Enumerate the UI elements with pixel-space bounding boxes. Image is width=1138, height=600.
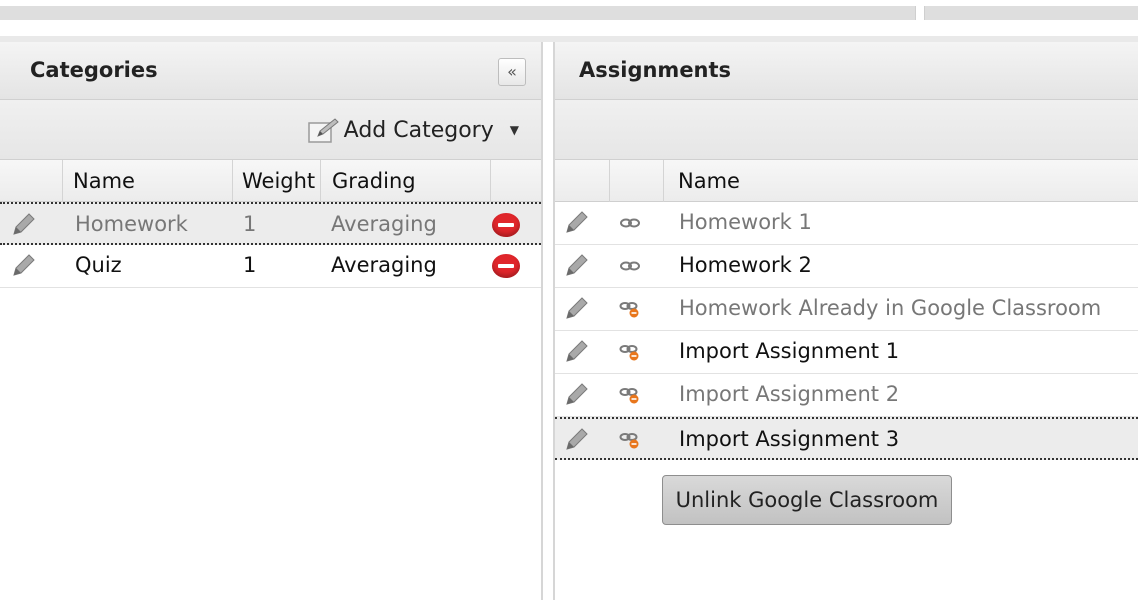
assignments-table-header: Name <box>555 160 1138 202</box>
chevron-down-icon[interactable]: ▼ <box>510 123 519 137</box>
category-name: Quiz <box>75 253 122 277</box>
categories-header: Categories « <box>0 42 541 100</box>
header-edit-col <box>555 160 609 202</box>
category-name: Homework <box>75 212 188 236</box>
link-warning-icon <box>619 345 639 361</box>
header-edit-col <box>0 160 62 202</box>
table-row[interactable]: Quiz 1 Averaging <box>0 245 541 288</box>
assignment-name[interactable]: Import Assignment 1 <box>669 331 899 372</box>
header-name[interactable]: Name <box>663 160 1138 202</box>
pencil-icon[interactable] <box>10 212 36 238</box>
collapse-button[interactable]: « <box>498 58 526 86</box>
assignments-toolbar <box>555 100 1138 160</box>
delete-icon[interactable] <box>492 254 520 278</box>
table-row[interactable]: Homework Already in Google Classroom <box>555 288 1138 331</box>
add-category-label: Add Category <box>343 117 494 143</box>
add-category-button[interactable]: Add Category ▼ <box>307 114 519 146</box>
panel-gap <box>543 42 553 600</box>
table-row[interactable]: Homework 1 <box>555 202 1138 245</box>
delete-icon[interactable] <box>492 213 520 237</box>
category-grading: Averaging <box>331 253 437 277</box>
assignment-name[interactable]: Homework 2 <box>669 245 812 286</box>
table-row[interactable]: Import Assignment 3 <box>555 417 1138 460</box>
assignment-name[interactable]: Import Assignment 3 <box>669 419 899 460</box>
categories-toolbar: Add Category ▼ <box>0 100 541 160</box>
assignments-title: Assignments <box>579 58 732 82</box>
assignment-name[interactable]: Import Assignment 2 <box>669 374 899 415</box>
unlink-google-classroom-button[interactable]: Unlink Google Classroom <box>662 475 952 525</box>
pencil-icon[interactable] <box>563 296 589 322</box>
categories-title: Categories <box>30 58 158 82</box>
header-weight[interactable]: Weight <box>232 160 320 202</box>
table-row[interactable]: Import Assignment 1 <box>555 331 1138 374</box>
pencil-icon[interactable] <box>563 427 589 453</box>
category-grading: Averaging <box>331 212 437 236</box>
assignments-header: Assignments <box>555 42 1138 100</box>
category-weight: 1 <box>243 253 257 277</box>
assignment-name[interactable]: Homework Already in Google Classroom <box>669 288 1101 329</box>
categories-panel: Categories « Add Category ▼ Name Weight … <box>0 42 543 600</box>
header-action-col <box>490 160 543 202</box>
categories-table: Name Weight Grading Homework 1 Averaging… <box>0 160 541 288</box>
add-category-icon <box>307 118 339 143</box>
top-strip <box>0 0 1138 26</box>
pencil-icon[interactable] <box>563 382 589 408</box>
header-name[interactable]: Name <box>62 160 232 202</box>
link-warning-icon <box>619 433 639 449</box>
link-icon <box>620 218 640 228</box>
pencil-icon[interactable] <box>10 253 36 279</box>
link-warning-icon <box>619 388 639 404</box>
assignments-panel: Assignments Name Homework 1 Homework 2 H… <box>553 42 1138 600</box>
link-icon <box>620 261 640 271</box>
link-warning-icon <box>619 302 639 318</box>
header-link-col <box>609 160 663 202</box>
pencil-icon[interactable] <box>563 339 589 365</box>
pencil-icon[interactable] <box>563 210 589 236</box>
top-bar-right <box>924 6 1138 20</box>
header-grading[interactable]: Grading <box>320 160 490 202</box>
assignments-rows: Homework 1 Homework 2 Homework Already i… <box>555 202 1138 460</box>
table-row[interactable]: Homework 1 Averaging <box>0 202 541 245</box>
categories-table-header: Name Weight Grading <box>0 160 541 202</box>
pencil-icon[interactable] <box>563 253 589 279</box>
category-weight: 1 <box>243 212 257 236</box>
table-row[interactable]: Import Assignment 2 <box>555 374 1138 417</box>
assignments-table: Name Homework 1 Homework 2 Homework Alre… <box>555 160 1138 460</box>
top-bar-left <box>0 6 916 20</box>
table-row[interactable]: Homework 2 <box>555 245 1138 288</box>
assignment-name[interactable]: Homework 1 <box>669 202 812 243</box>
